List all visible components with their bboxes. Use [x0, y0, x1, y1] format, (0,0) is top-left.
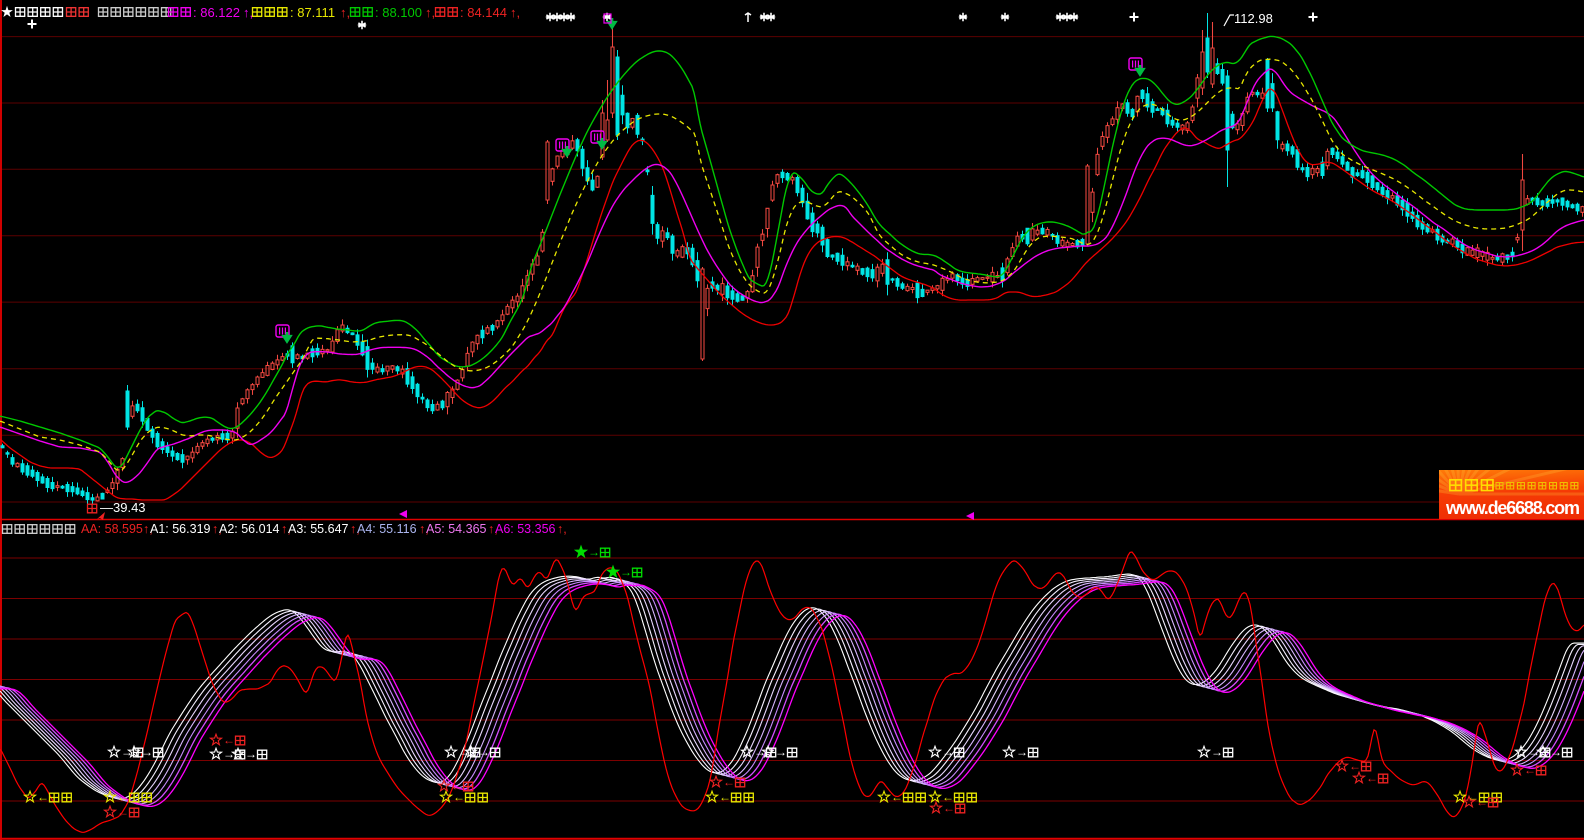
svg-text:←: ← — [1476, 795, 1488, 809]
svg-text:←: ← — [117, 805, 129, 819]
svg-text:→: → — [478, 745, 490, 759]
svg-text:A4: 55.116: A4: 55.116 — [357, 522, 417, 536]
svg-text:→: → — [1528, 745, 1540, 759]
svg-text:: 88.100: : 88.100 — [375, 5, 422, 20]
svg-text:↑,: ↑, — [510, 5, 520, 20]
svg-text:AA: 58.595: AA: 58.595 — [81, 522, 143, 536]
svg-text:: 84.144: : 84.144 — [460, 5, 507, 20]
svg-text:←: ← — [891, 790, 903, 804]
svg-text:→: → — [942, 745, 954, 759]
svg-text:↑,: ↑, — [557, 522, 567, 536]
svg-text:—39.43: —39.43 — [100, 500, 146, 515]
svg-text:←: ← — [37, 790, 49, 804]
svg-text:←: ← — [117, 790, 129, 804]
svg-text:→: → — [1016, 745, 1028, 759]
svg-text:A5: 54.365: A5: 54.365 — [426, 522, 487, 536]
svg-text:A6: 53.356: A6: 53.356 — [495, 522, 556, 536]
svg-text:A2: 56.014: A2: 56.014 — [219, 522, 280, 536]
svg-text:←: ← — [943, 801, 955, 815]
svg-text:←: ← — [1349, 759, 1361, 773]
svg-text:←: ← — [223, 733, 235, 747]
svg-text:↑,: ↑, — [425, 5, 435, 20]
svg-text:: 87.111: : 87.111 — [290, 5, 335, 20]
svg-text:←: ← — [719, 790, 731, 804]
svg-text:→: → — [1211, 745, 1223, 759]
svg-text:: 86.122: : 86.122 — [193, 5, 240, 20]
svg-text:www.de6688.com: www.de6688.com — [1445, 498, 1580, 518]
svg-text:→: → — [588, 545, 600, 559]
svg-text:↑,: ↑, — [340, 5, 350, 20]
svg-text:→: → — [245, 747, 257, 761]
svg-text:→: → — [620, 565, 632, 579]
svg-text:112.98: 112.98 — [1234, 11, 1273, 26]
svg-text:↑,: ↑, — [243, 5, 253, 20]
svg-text:→: → — [775, 745, 787, 759]
svg-text:A3: 55.647: A3: 55.647 — [288, 522, 349, 536]
svg-text:←: ← — [1366, 771, 1378, 785]
svg-text:→: → — [141, 745, 153, 759]
svg-text:←: ← — [723, 775, 735, 789]
svg-text:←: ← — [1524, 763, 1536, 777]
svg-text:←: ← — [451, 779, 463, 793]
svg-text:→: → — [223, 747, 235, 761]
svg-text:A1: 56.319: A1: 56.319 — [150, 522, 211, 536]
svg-text:→: → — [1550, 745, 1562, 759]
